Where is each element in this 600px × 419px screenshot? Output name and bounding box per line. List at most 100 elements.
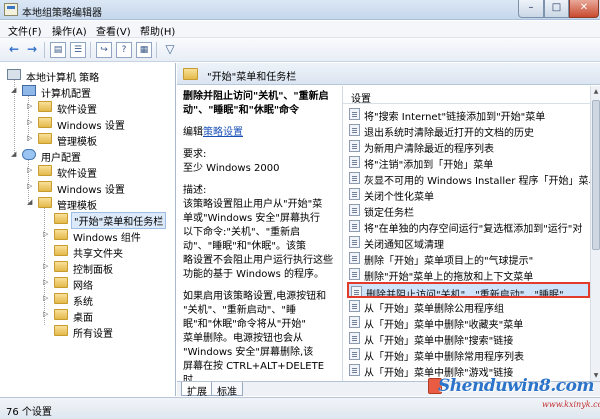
export-list-icon[interactable]: ↪ <box>96 42 112 58</box>
folder-icon <box>38 117 52 128</box>
setting-row[interactable]: 锁定任务栏 <box>347 202 590 218</box>
toolbar-separator <box>90 42 91 58</box>
setting-label: 从「开始」菜单中删除常用程序列表 <box>364 352 524 362</box>
policy-setting-icon <box>349 220 360 232</box>
expand-arrow-icon[interactable]: ▷ <box>43 310 48 318</box>
expand-arrow-icon[interactable]: ▷ <box>27 182 32 190</box>
tab-extended[interactable]: 扩展 <box>181 382 213 398</box>
toolbar: ← → ▤ ☰ ↪ ? ▦ ▽ <box>0 38 600 62</box>
detail-block: 如果启用该策略设置,电源按钮和 "关机"、"重新启动"、"睡 眠"和"休眠"命令… <box>183 291 327 381</box>
folder-icon <box>38 101 52 112</box>
setting-label: 退出系统时清除最近打开的文档的历史 <box>364 128 534 138</box>
policy-setting-icon <box>349 156 360 168</box>
policy-setting-icon <box>349 188 360 200</box>
setting-row[interactable]: 从「开始」菜单删除公用程序组 <box>347 298 590 314</box>
folder-icon <box>54 229 68 240</box>
setting-label: 灰显不可用的 Windows Installer 程序「开始」菜单 <box>364 176 590 186</box>
menu-file[interactable]: 文件(F) <box>8 23 42 38</box>
folder-icon <box>54 213 68 224</box>
setting-label: 从「开始」菜单删除公用程序组 <box>364 304 504 314</box>
up-folder-icon[interactable]: ▤ <box>50 42 66 58</box>
filter-icon[interactable]: ▽ <box>162 42 178 58</box>
tree-pane: 本地计算机 策略 ◢ 计算机配置 ▷ 软件设置 ▷ Windows 设置 ▷ 管… <box>0 63 176 396</box>
setting-row[interactable]: 从「开始」菜单中删除常用程序列表 <box>347 346 590 362</box>
menu-help[interactable]: 帮助(H) <box>140 23 175 38</box>
menu-view[interactable]: 查看(V) <box>96 23 131 38</box>
setting-label: 为新用户清除最近的程序列表 <box>364 144 494 154</box>
app-icon <box>4 3 18 16</box>
settings-count: 76 个设置 <box>6 407 52 418</box>
policy-setting-icon <box>349 236 360 248</box>
setting-row[interactable]: 删除"开始"菜单上的拖放和上下文菜单 <box>347 266 590 282</box>
path-header-title: "开始"菜单和任务栏 <box>207 72 297 83</box>
setting-row[interactable]: 退出系统时清除最近打开的文档的历史 <box>347 122 590 138</box>
setting-row[interactable]: 从「开始」菜单中删除"收藏夹"菜单 <box>347 314 590 330</box>
expand-arrow-icon[interactable]: ▷ <box>27 166 32 174</box>
setting-row[interactable]: 关闭通知区域清理 <box>347 234 590 250</box>
policy-setting-icon <box>349 332 360 344</box>
policy-setting-icon <box>349 252 360 264</box>
folder-icon <box>38 133 52 144</box>
description-pane: 删除并阻止访问"关机"、"重新启 动"、"睡眠"和"休眠"命令 编辑策略设置 要… <box>177 86 342 381</box>
folder-icon <box>54 309 68 320</box>
watermark: Shenduwin8.com www.kxinyk.com <box>428 376 600 418</box>
maximize-button[interactable]: □ <box>544 0 569 18</box>
help-icon[interactable]: ? <box>116 42 132 58</box>
expand-arrow-icon[interactable]: ▷ <box>43 294 48 302</box>
close-button[interactable]: ✕ <box>569 0 599 18</box>
computer-icon <box>22 85 36 96</box>
expand-arrow-icon[interactable]: ▷ <box>27 118 32 126</box>
setting-label: 删除"开始"菜单上的拖放和上下文菜单 <box>364 272 534 282</box>
menu-action[interactable]: 操作(A) <box>52 23 87 38</box>
setting-label: 将"注销"添加到「开始」菜单 <box>364 160 494 170</box>
expand-arrow-icon[interactable]: ▷ <box>27 134 32 142</box>
folder-icon <box>54 245 68 256</box>
watermark-subtext: www.kxinyk.com <box>542 400 600 409</box>
expand-arrow-icon[interactable]: ▷ <box>27 102 32 110</box>
expand-arrow-icon[interactable]: ▷ <box>43 230 48 238</box>
setting-row[interactable]: 删除并阻止访问"关机"、"重新启动"、"睡眠" <box>347 282 590 298</box>
menu-bar: 文件(F) 操作(A) 查看(V) 帮助(H) <box>0 21 600 38</box>
collapse-arrow-icon[interactable]: ◢ <box>11 150 16 158</box>
folder-open-icon <box>38 197 52 208</box>
tab-standard[interactable]: 标准 <box>211 382 243 398</box>
scroll-up-arrow-icon[interactable]: ▲ <box>591 86 600 97</box>
edit-policy-line: 编辑策略设置 <box>183 127 243 138</box>
setting-row[interactable]: 删除「开始」菜单项目上的"气球提示" <box>347 250 590 266</box>
setting-label: 关闭通知区域清理 <box>364 240 444 250</box>
setting-row[interactable]: 关闭个性化菜单 <box>347 186 590 202</box>
back-arrow-icon[interactable]: ← <box>6 42 22 58</box>
policy-setting-icon <box>349 348 360 360</box>
setting-row[interactable]: 将"在单独的内存空间运行"复选框添加到"运行"对 <box>347 218 590 234</box>
setting-row[interactable]: 为新用户清除最近的程序列表 <box>347 138 590 154</box>
policy-setting-icon <box>349 204 360 216</box>
edit-policy-link[interactable]: 策略设置 <box>203 127 243 138</box>
expand-arrow-icon[interactable]: ▷ <box>43 278 48 286</box>
setting-row[interactable]: 将"搜索 Internet"链接添加到"开始"菜单 <box>347 106 590 122</box>
window-title: 本地组策略编辑器 <box>22 8 102 19</box>
folder-icon <box>38 181 52 192</box>
expand-arrow-icon[interactable]: ▷ <box>43 262 48 270</box>
settings-list: 设置 将"搜索 Internet"链接添加到"开始"菜单退出系统时清除最近打开的… <box>342 86 600 381</box>
settings-column-header[interactable]: 设置 <box>343 86 590 105</box>
minimize-button[interactable]: – <box>518 0 544 18</box>
collapse-arrow-icon[interactable]: ◢ <box>27 198 32 206</box>
folder-icon <box>183 68 198 80</box>
setting-row[interactable]: 将"注销"添加到「开始」菜单 <box>347 154 590 170</box>
folder-icon <box>54 293 68 304</box>
policy-setting-icon <box>349 140 360 152</box>
forward-arrow-icon[interactable]: → <box>24 42 40 58</box>
folder-icon <box>54 325 68 336</box>
scrollbar-thumb[interactable] <box>592 100 600 250</box>
setting-row[interactable]: 灰显不可用的 Windows Installer 程序「开始」菜单 <box>347 170 590 186</box>
policy-setting-icon <box>349 108 360 120</box>
properties-icon[interactable]: ▦ <box>136 42 152 58</box>
setting-label: 关闭个性化菜单 <box>364 192 434 202</box>
vertical-scrollbar[interactable]: ▲ ▼ <box>590 86 600 381</box>
show-tree-icon[interactable]: ☰ <box>70 42 86 58</box>
setting-label: 从「开始」菜单中删除"搜索"链接 <box>364 336 514 346</box>
description-block: 描述: 该策略设置阻止用户从"开始"菜 单或"Windows 安全"屏幕执行 以… <box>183 185 333 280</box>
setting-row[interactable]: 从「开始」菜单中删除"搜索"链接 <box>347 330 590 346</box>
collapse-arrow-icon[interactable]: ◢ <box>11 86 16 94</box>
user-icon <box>22 149 36 160</box>
